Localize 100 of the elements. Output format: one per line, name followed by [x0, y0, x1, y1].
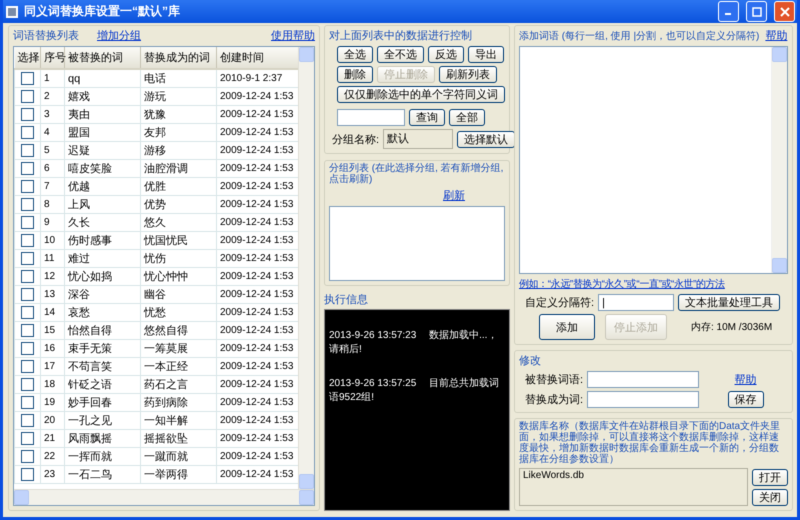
- table-cell: 哀愁: [64, 304, 140, 322]
- select-default-button[interactable]: 选择默认: [457, 130, 516, 148]
- table-cell: 一挥而就: [64, 448, 140, 466]
- help-link[interactable]: 使用帮助: [271, 28, 315, 43]
- row-checkbox[interactable]: [21, 414, 34, 427]
- table-cell: 一蹴而就: [140, 448, 216, 466]
- table-cell: 忧国忧民: [140, 232, 216, 250]
- row-checkbox[interactable]: [21, 72, 34, 85]
- column-header[interactable]: 替换成为的词: [140, 47, 216, 69]
- group-name-label: 分组名称:: [332, 132, 380, 146]
- column-header[interactable]: 创建时间: [216, 47, 298, 69]
- row-checkbox[interactable]: [21, 144, 34, 157]
- action-button[interactable]: 全不选: [377, 46, 424, 63]
- table-cell: 嘻皮笑脸: [64, 160, 140, 178]
- batch-tool-button[interactable]: 文本批量处理工具: [678, 294, 780, 311]
- row-checkbox[interactable]: [21, 396, 34, 409]
- group-title: 添加词语 (每行一组, 使用 |分割，也可以自定义分隔符): [519, 30, 760, 42]
- close-database-button[interactable]: 关闭: [752, 489, 788, 506]
- vertical-scrollbar[interactable]: [298, 47, 314, 489]
- table-cell: 9: [40, 214, 64, 232]
- table-cell: 药石之言: [140, 376, 216, 394]
- maximize-icon: [752, 6, 762, 16]
- row-checkbox[interactable]: [21, 432, 34, 445]
- table-cell: 忧伤: [140, 250, 216, 268]
- table-cell: 幽谷: [140, 286, 216, 304]
- table-cell: 5: [40, 142, 64, 160]
- row-checkbox[interactable]: [21, 180, 34, 193]
- row-checkbox[interactable]: [21, 468, 34, 481]
- table-cell: 悠然自得: [140, 322, 216, 340]
- row-checkbox[interactable]: [21, 198, 34, 211]
- table-cell: 2: [40, 88, 64, 106]
- action-button[interactable]: 删除: [337, 66, 373, 83]
- table-cell: 游玩: [140, 88, 216, 106]
- row-checkbox[interactable]: [21, 90, 34, 103]
- refresh-link[interactable]: 刷新: [443, 188, 465, 203]
- separator-field[interactable]: |: [598, 294, 674, 311]
- replaced-label: 被替换词语:: [525, 373, 584, 387]
- add-group-link[interactable]: 增加分组: [97, 28, 141, 43]
- group-name-field: 默认: [383, 129, 454, 149]
- maximize-button[interactable]: [746, 1, 767, 22]
- table-cell: 电话: [140, 69, 216, 88]
- replacement-field[interactable]: [587, 391, 700, 408]
- row-checkbox[interactable]: [21, 108, 34, 121]
- table-cell: 深谷: [64, 286, 140, 304]
- row-checkbox[interactable]: [21, 360, 34, 373]
- app-icon: [5, 4, 19, 18]
- column-header[interactable]: 选择: [14, 47, 40, 69]
- help-link[interactable]: 帮助: [765, 28, 788, 43]
- table-cell: 针砭之语: [64, 376, 140, 394]
- row-checkbox[interactable]: [21, 270, 34, 283]
- minimize-button[interactable]: [718, 1, 739, 22]
- add-button[interactable]: 添加: [539, 314, 595, 340]
- table-cell: 油腔滑调: [140, 160, 216, 178]
- separator-label: 自定义分隔符:: [525, 296, 594, 310]
- help-link[interactable]: 帮助: [734, 374, 757, 386]
- close-button[interactable]: [774, 1, 795, 22]
- row-checkbox[interactable]: [21, 234, 34, 247]
- row-checkbox[interactable]: [21, 450, 34, 463]
- table-cell: 优越: [64, 178, 140, 196]
- column-header[interactable]: 序号: [40, 47, 64, 69]
- example-link[interactable]: 例如：“永远”替换为“永久”或“一直”或“永世”的方法: [519, 277, 788, 291]
- row-checkbox[interactable]: [21, 216, 34, 229]
- search-field[interactable]: [337, 109, 405, 126]
- row-checkbox[interactable]: [21, 378, 34, 391]
- log-entry: 2013-9-26 13:57:23 数据加载中...，请稍后!: [329, 328, 498, 356]
- table-cell: 17: [40, 358, 64, 376]
- table-cell: 16: [40, 340, 64, 358]
- row-checkbox[interactable]: [21, 342, 34, 355]
- query-button[interactable]: 查询: [409, 109, 445, 126]
- open-button[interactable]: 打开: [752, 469, 788, 486]
- action-button[interactable]: 反选: [428, 46, 464, 63]
- group-list-title: 分组列表 (在此选择分组, 若有新增分组, 点击刷新): [329, 163, 504, 185]
- table-cell: 22: [40, 448, 64, 466]
- table-cell: 药到病除: [140, 394, 216, 412]
- horizontal-scrollbar[interactable]: [14, 489, 314, 505]
- action-button[interactable]: 导出: [468, 46, 504, 63]
- table-cell: 13: [40, 286, 64, 304]
- table-cell: 一本正经: [140, 358, 216, 376]
- row-checkbox[interactable]: [21, 324, 34, 337]
- group-title: 修改: [519, 354, 542, 368]
- save-button[interactable]: 保存: [728, 391, 764, 408]
- row-checkbox[interactable]: [21, 306, 34, 319]
- table-cell: 风雨飘摇: [64, 430, 140, 448]
- delete-single-button[interactable]: 仅仅删除选中的单个字符同义词: [337, 86, 505, 103]
- action-button[interactable]: 全选: [337, 46, 373, 63]
- action-button[interactable]: 刷新列表: [439, 66, 497, 83]
- table-cell: 上风: [64, 196, 140, 214]
- table-cell: 忧愁: [140, 304, 216, 322]
- replaced-field[interactable]: [587, 371, 700, 388]
- all-button[interactable]: 全部: [449, 109, 485, 126]
- row-checkbox[interactable]: [21, 288, 34, 301]
- row-checkbox[interactable]: [21, 126, 34, 139]
- table-cell: 摇摇欲坠: [140, 430, 216, 448]
- log-entry: 2013-9-26 13:57:25 目前总共加载词语9522组!: [329, 376, 500, 404]
- row-checkbox[interactable]: [21, 252, 34, 265]
- row-checkbox[interactable]: [21, 162, 34, 175]
- log-title: 执行信息: [324, 293, 369, 307]
- column-header[interactable]: 被替换的词: [64, 47, 140, 69]
- group-list[interactable]: [329, 206, 505, 281]
- memory-text: 内存: 10M /3036M: [691, 320, 772, 334]
